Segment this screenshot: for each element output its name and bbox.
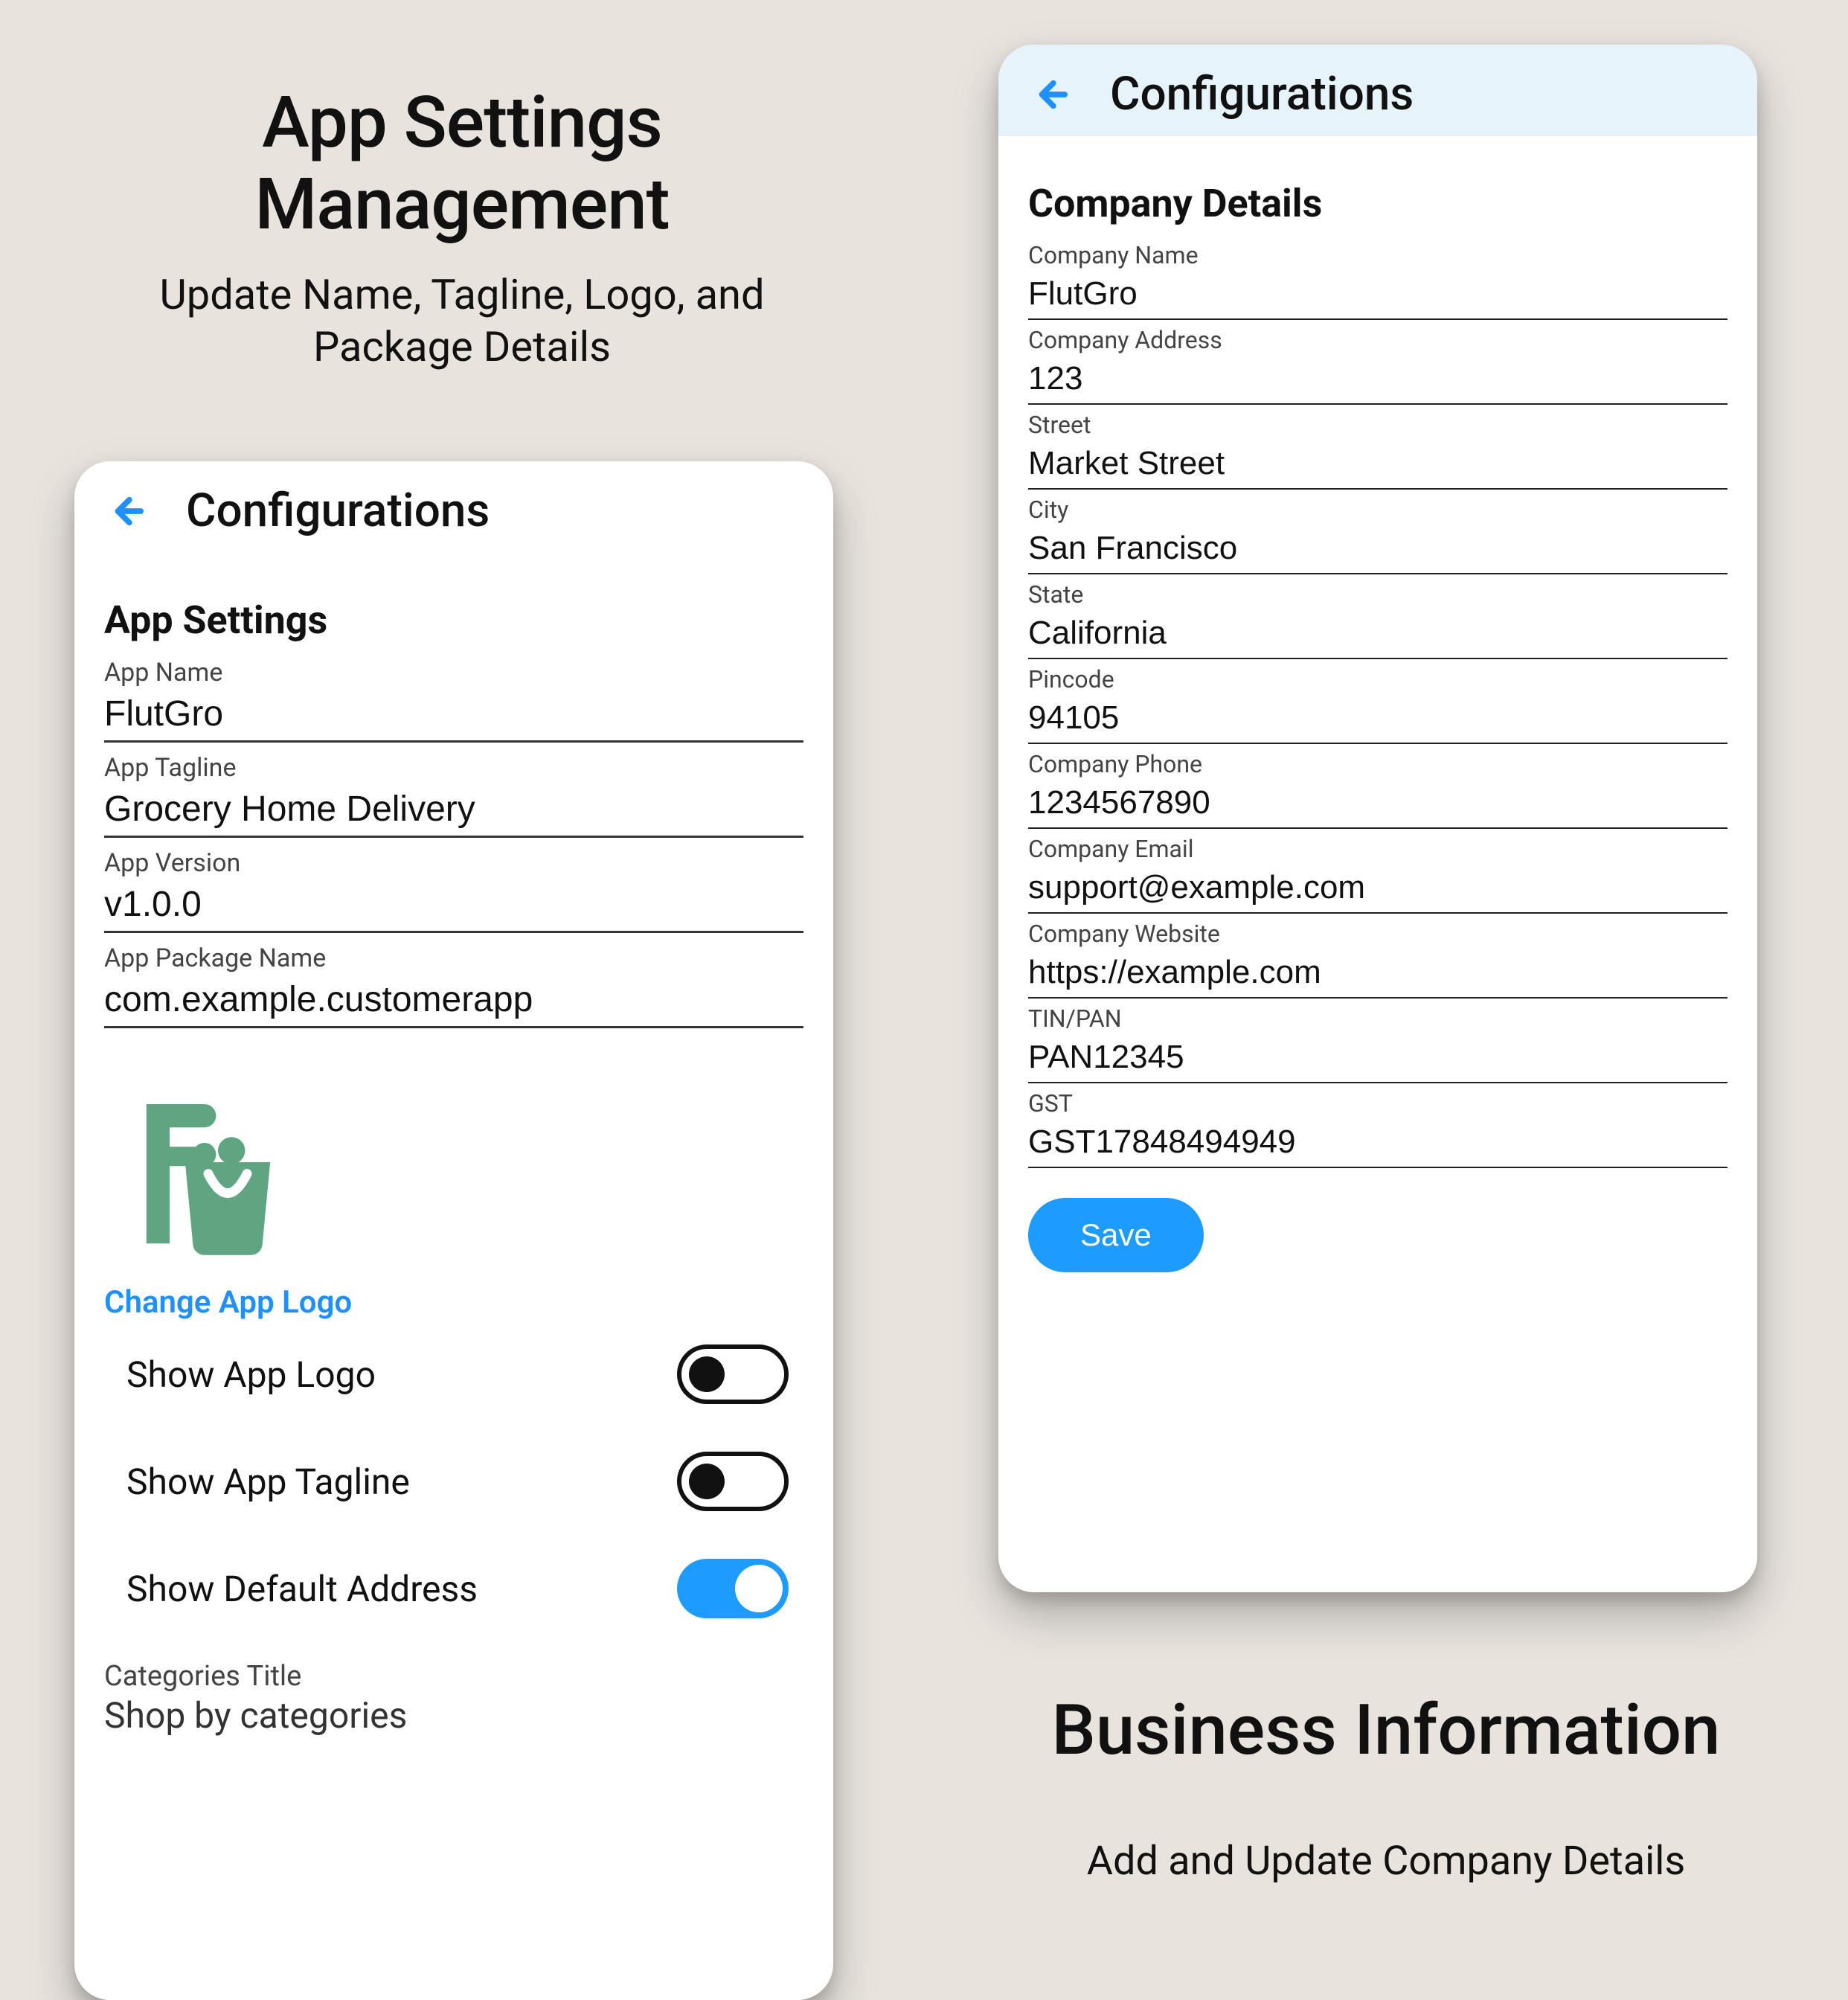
input-pincode[interactable] [1028, 696, 1727, 744]
label-tin-pan: TIN/PAN [1028, 1004, 1727, 1033]
left-appbar: Configurations [74, 461, 833, 553]
field-company-website: Company Website [1028, 920, 1727, 999]
value-categories-title: Shop by categories [104, 1694, 803, 1737]
field-app-version: App Version [104, 848, 803, 933]
field-city: City [1028, 496, 1727, 574]
right-phone-card: Configurations Company Details Company N… [998, 45, 1757, 1592]
input-app-package[interactable] [104, 976, 803, 1028]
input-app-version[interactable] [104, 881, 803, 933]
toggle-show-logo[interactable] [677, 1344, 789, 1404]
input-city[interactable] [1028, 527, 1727, 574]
label-company-website: Company Website [1028, 920, 1727, 948]
right-hero-subtitle: Add and Update Company Details [924, 1838, 1848, 1885]
left-appbar-title: Configurations [186, 484, 490, 538]
label-app-name: App Name [104, 658, 803, 688]
input-street[interactable] [1028, 442, 1727, 490]
app-logo-icon [112, 1065, 305, 1259]
label-company-email: Company Email [1028, 835, 1727, 863]
right-appbar: Configurations [998, 45, 1757, 136]
field-company-phone: Company Phone [1028, 750, 1727, 829]
field-tin-pan: TIN/PAN [1028, 1004, 1727, 1083]
label-categories-title: Categories Title [104, 1660, 803, 1693]
label-state: State [1028, 580, 1727, 609]
toggle-label-show-default-address: Show Default Address [126, 1568, 478, 1610]
label-app-version: App Version [104, 848, 803, 878]
field-app-name: App Name [104, 658, 803, 743]
input-company-name[interactable] [1028, 272, 1727, 320]
change-app-logo-link[interactable]: Change App Logo [104, 1284, 803, 1321]
field-state: State [1028, 580, 1727, 659]
input-app-name[interactable] [104, 690, 803, 743]
app-logo-block [112, 1065, 803, 1262]
label-company-name: Company Name [1028, 241, 1727, 269]
label-gst: GST [1028, 1089, 1727, 1118]
label-app-package: App Package Name [104, 943, 803, 973]
toggle-label-show-tagline: Show App Tagline [126, 1461, 410, 1503]
input-company-address[interactable] [1028, 357, 1727, 405]
input-company-phone[interactable] [1028, 781, 1727, 829]
input-app-tagline[interactable] [104, 786, 803, 838]
field-street: Street [1028, 411, 1727, 490]
right-appbar-title: Configurations [1110, 67, 1414, 121]
right-section-title: Company Details [1028, 181, 1727, 226]
input-state[interactable] [1028, 612, 1727, 659]
left-hero-subtitle: Update Name, Tagline, Logo, and Package … [0, 269, 924, 373]
field-app-package: App Package Name [104, 943, 803, 1028]
toggle-row-show-default-address: Show Default Address [104, 1535, 803, 1642]
field-company-email: Company Email [1028, 835, 1727, 914]
back-arrow-icon[interactable] [1028, 72, 1073, 117]
left-hero-title-line2: Management [0, 164, 924, 246]
left-hero-title-line1: App Settings [0, 82, 924, 164]
right-hero-title: Business Information [924, 1689, 1848, 1771]
field-company-address: Company Address [1028, 326, 1727, 405]
input-gst[interactable] [1028, 1121, 1727, 1168]
left-phone-card: Configurations App Settings App Name App… [74, 461, 833, 2000]
label-city: City [1028, 496, 1727, 524]
label-company-phone: Company Phone [1028, 750, 1727, 778]
toggle-show-default-address[interactable] [677, 1559, 789, 1618]
left-hero-title: App Settings Management [0, 82, 924, 246]
field-app-tagline: App Tagline [104, 753, 803, 838]
field-pincode: Pincode [1028, 665, 1727, 744]
toggle-label-show-logo: Show App Logo [126, 1353, 376, 1396]
label-company-address: Company Address [1028, 326, 1727, 354]
save-button[interactable]: Save [1028, 1198, 1204, 1272]
left-hero-sub-line2: Package Details [0, 321, 924, 373]
toggle-show-tagline[interactable] [677, 1452, 789, 1511]
field-company-name: Company Name [1028, 241, 1727, 320]
input-company-email[interactable] [1028, 866, 1727, 914]
label-app-tagline: App Tagline [104, 753, 803, 783]
toggle-row-show-tagline: Show App Tagline [104, 1428, 803, 1535]
label-street: Street [1028, 411, 1727, 439]
label-pincode: Pincode [1028, 665, 1727, 693]
field-gst: GST [1028, 1089, 1727, 1168]
input-company-website[interactable] [1028, 951, 1727, 999]
left-section-title: App Settings [104, 597, 803, 643]
left-hero-sub-line1: Update Name, Tagline, Logo, and [0, 269, 924, 321]
back-arrow-icon[interactable] [104, 489, 149, 533]
input-tin-pan[interactable] [1028, 1036, 1727, 1083]
toggle-row-show-logo: Show App Logo [104, 1321, 803, 1428]
